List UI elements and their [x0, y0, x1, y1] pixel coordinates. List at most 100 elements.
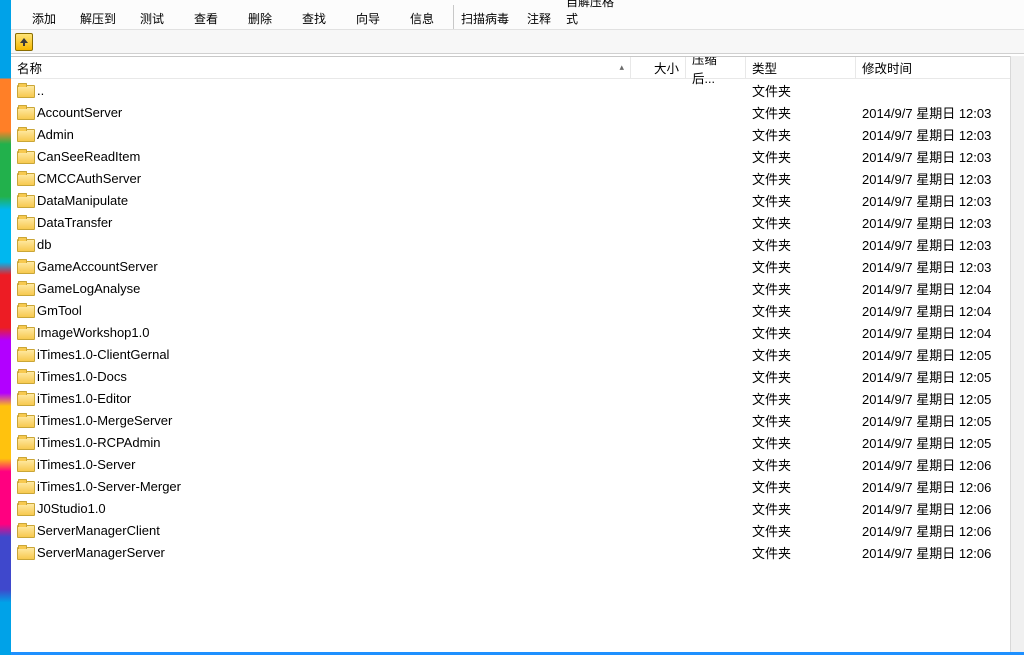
cell-modified: 2014/9/7 星期日 12:06	[856, 543, 1024, 562]
folder-row[interactable]: ServerManagerClient 文件夹2014/9/7 星期日 12:06	[11, 519, 1024, 541]
cell-type: 文件夹	[746, 389, 856, 408]
toolbar-button[interactable]: 查找	[287, 0, 341, 29]
folder-icon	[17, 193, 33, 207]
folder-row[interactable]: GmTool文件夹2014/9/7 星期日 12:04	[11, 299, 1024, 321]
cell-modified: 2014/9/7 星期日 12:03	[856, 257, 1024, 276]
toolbar-button[interactable]: 信息	[395, 0, 449, 29]
cell-modified: 2014/9/7 星期日 12:06	[856, 521, 1024, 540]
cell-modified: 2014/9/7 星期日 12:03	[856, 103, 1024, 122]
cell-modified: 2014/9/7 星期日 12:03	[856, 169, 1024, 188]
vertical-scrollbar[interactable]	[1010, 56, 1024, 652]
cell-type: 文件夹	[746, 543, 856, 562]
archive-app-window: 添加解压到测试查看删除查找向导信息 扫描病毒注释自解压格式 名称 ▴ 大小 压缩后…	[11, 0, 1024, 655]
cell-type: 文件夹	[746, 213, 856, 232]
cell-name: iTimes1.0-Editor	[11, 391, 631, 406]
folder-icon	[17, 105, 33, 119]
folder-row[interactable]: iTimes1.0-Server-Merger文件夹2014/9/7 星期日 1…	[11, 475, 1024, 497]
column-header-label: 名称	[17, 58, 42, 77]
toolbar-button-label: 自解压格式	[566, 0, 620, 27]
folder-row[interactable]: AccountServer文件夹2014/9/7 星期日 12:03	[11, 101, 1024, 123]
toolbar-button[interactable]: 添加	[17, 0, 71, 29]
go-up-button[interactable]	[15, 33, 33, 51]
cell-name: ImageWorkshop1.0	[11, 325, 631, 340]
folder-row[interactable]: iTimes1.0-MergeServer文件夹2014/9/7 星期日 12:…	[11, 409, 1024, 431]
toolbar-button[interactable]: 向导	[341, 0, 395, 29]
folder-icon	[17, 457, 33, 471]
column-header-type[interactable]: 类型	[746, 57, 856, 78]
parent-folder-row[interactable]: ..文件夹	[11, 79, 1024, 101]
folder-icon	[17, 259, 33, 273]
file-name-label: iTimes1.0-Server	[37, 457, 135, 472]
column-header-name[interactable]: 名称 ▴	[11, 57, 631, 78]
navigation-bar	[11, 30, 1024, 54]
cell-modified: 2014/9/7 星期日 12:05	[856, 411, 1024, 430]
column-header-packed[interactable]: 压缩后...	[686, 57, 746, 78]
cell-modified: 2014/9/7 星期日 12:05	[856, 433, 1024, 452]
folder-row[interactable]: ServerManagerServer 文件夹2014/9/7 星期日 12:06	[11, 541, 1024, 563]
cell-name: iTimes1.0-Server-Merger	[11, 479, 631, 494]
cell-name: ServerManagerServer	[11, 545, 631, 560]
folder-row[interactable]: iTimes1.0-ClientGernal文件夹2014/9/7 星期日 12…	[11, 343, 1024, 365]
folder-icon	[17, 369, 33, 383]
folder-row[interactable]: iTimes1.0-Server 文件夹2014/9/7 星期日 12:06	[11, 453, 1024, 475]
cell-type: 文件夹	[746, 191, 856, 210]
toolbar-button-label: 测试	[140, 10, 164, 27]
file-name-label: J0Studio1.0	[37, 501, 106, 516]
toolbar-button-label: 信息	[410, 10, 434, 27]
cell-modified: 2014/9/7 星期日 12:04	[856, 323, 1024, 342]
cell-modified: 2014/9/7 星期日 12:03	[856, 125, 1024, 144]
cell-name: GameAccountServer	[11, 259, 631, 274]
folder-row[interactable]: J0Studio1.0文件夹2014/9/7 星期日 12:06	[11, 497, 1024, 519]
toolbar-button[interactable]: 自解压格式	[566, 0, 620, 29]
file-name-label: GameAccountServer	[37, 259, 158, 274]
cell-name: AccountServer	[11, 105, 631, 120]
folder-row[interactable]: iTimes1.0-Docs文件夹2014/9/7 星期日 12:05	[11, 365, 1024, 387]
folder-row[interactable]: Admin文件夹2014/9/7 星期日 12:03	[11, 123, 1024, 145]
toolbar-button[interactable]: 解压到	[71, 0, 125, 29]
toolbar-button[interactable]: 删除	[233, 0, 287, 29]
file-name-label: iTimes1.0-Editor	[37, 391, 131, 406]
folder-row[interactable]: DataManipulate 文件夹2014/9/7 星期日 12:03	[11, 189, 1024, 211]
cell-type: 文件夹	[746, 477, 856, 496]
file-name-label: GmTool	[37, 303, 82, 318]
toolbar-button[interactable]: 查看	[179, 0, 233, 29]
folder-row[interactable]: iTimes1.0-RCPAdmin文件夹2014/9/7 星期日 12:05	[11, 431, 1024, 453]
cell-name: iTimes1.0-ClientGernal	[11, 347, 631, 362]
file-name-label: db	[37, 237, 51, 252]
folder-icon	[17, 479, 33, 493]
cell-name: ServerManagerClient	[11, 523, 631, 538]
file-name-label: DataManipulate	[37, 193, 128, 208]
folder-icon	[17, 523, 33, 537]
cell-type: 文件夹	[746, 455, 856, 474]
cell-type: 文件夹	[746, 345, 856, 364]
file-name-label: DataTransfer	[37, 215, 112, 230]
folder-row[interactable]: ImageWorkshop1.0文件夹2014/9/7 星期日 12:04	[11, 321, 1024, 343]
folder-row[interactable]: CanSeeReadItem文件夹2014/9/7 星期日 12:03	[11, 145, 1024, 167]
cell-modified: 2014/9/7 星期日 12:03	[856, 191, 1024, 210]
folder-row[interactable]: DataTransfer文件夹2014/9/7 星期日 12:03	[11, 211, 1024, 233]
column-header-modified[interactable]: 修改时间	[856, 57, 1024, 78]
file-name-label: iTimes1.0-Docs	[37, 369, 127, 384]
folder-row[interactable]: iTimes1.0-Editor 文件夹2014/9/7 星期日 12:05	[11, 387, 1024, 409]
folder-row[interactable]: db文件夹2014/9/7 星期日 12:03	[11, 233, 1024, 255]
cell-modified: 2014/9/7 星期日 12:05	[856, 389, 1024, 408]
toolbar-button[interactable]: 扫描病毒	[458, 0, 512, 29]
folder-row[interactable]: CMCCAuthServer文件夹2014/9/7 星期日 12:03	[11, 167, 1024, 189]
cell-name: J0Studio1.0	[11, 501, 631, 516]
toolbar-separator	[453, 5, 454, 29]
toolbar-button[interactable]: 注释	[512, 0, 566, 29]
toolbar-button-label: 扫描病毒	[461, 10, 509, 27]
folder-icon	[17, 391, 33, 405]
folder-row[interactable]: GameAccountServer文件夹2014/9/7 星期日 12:03	[11, 255, 1024, 277]
toolbar-button[interactable]: 测试	[125, 0, 179, 29]
cell-modified: 2014/9/7 星期日 12:03	[856, 235, 1024, 254]
column-header-size[interactable]: 大小	[631, 57, 686, 78]
cell-type: 文件夹	[746, 521, 856, 540]
folder-icon	[17, 127, 33, 141]
folder-icon	[17, 149, 33, 163]
folder-row[interactable]: GameLogAnalyse文件夹2014/9/7 星期日 12:04	[11, 277, 1024, 299]
folder-icon	[17, 237, 33, 251]
folder-icon	[17, 501, 33, 515]
column-header-label: 修改时间	[862, 58, 912, 77]
cell-modified: 2014/9/7 星期日 12:06	[856, 455, 1024, 474]
